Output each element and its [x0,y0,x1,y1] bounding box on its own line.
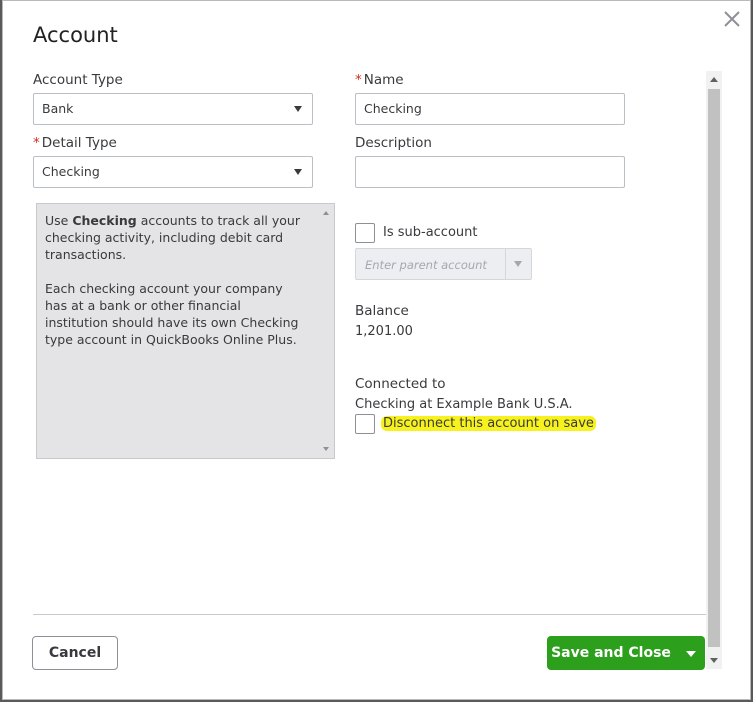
name-label: * Name [355,72,404,88]
scroll-up-icon[interactable] [323,211,329,215]
account-type-label: Account Type [33,72,123,88]
parent-account-select: Enter parent account [355,248,532,280]
detail-type-value: Checking [42,164,100,179]
sub-account-label: Is sub-account [383,225,478,240]
detail-type-description: Use Checking accounts to track all your … [36,203,335,459]
balance-value: 1,201.00 [355,324,413,339]
select-divider [505,249,506,279]
save-and-close-button-group: Save and Close [547,636,705,670]
description-label: Description [355,135,432,151]
detail-type-select[interactable]: Checking [33,156,313,188]
scroll-down-icon[interactable] [710,658,718,663]
scroll-down-icon[interactable] [323,447,329,451]
connected-account: Checking at Example Bank U.S.A. [355,397,573,412]
description-intro: Use Checking accounts to track all your … [45,213,300,262]
required-marker: * [355,72,362,88]
save-and-close-button[interactable]: Save and Close [547,636,675,670]
cancel-button[interactable]: Cancel [32,636,118,670]
chevron-down-icon [514,261,522,267]
connected-to-label: Connected to [355,376,446,392]
disconnect-label: Disconnect this account on save [381,416,596,431]
balance-label: Balance [355,303,409,319]
name-input[interactable]: Checking [355,93,625,125]
chevron-down-icon [294,106,302,112]
dialog-title: Account [33,23,118,47]
scroll-up-icon[interactable] [710,77,718,82]
sub-account-checkbox[interactable] [355,223,375,243]
required-marker: * [33,135,40,151]
scrollbar-thumb[interactable] [708,89,720,647]
close-icon[interactable] [720,7,744,31]
footer-divider [33,614,706,615]
caret-down-icon [686,651,696,657]
parent-account-placeholder: Enter parent account [365,258,487,272]
chevron-down-icon [294,169,302,175]
detail-type-label: * Detail Type [33,135,117,151]
description-paragraph: Each checking account your company has a… [45,281,299,347]
disconnect-checkbox[interactable] [355,414,375,434]
account-dialog: Account Account Type Bank * Detail Type C… [2,0,751,700]
description-input[interactable] [355,156,625,188]
account-type-select[interactable]: Bank [33,93,313,125]
name-value: Checking [364,101,422,116]
dialog-scrollbar[interactable] [706,71,722,669]
save-options-dropdown[interactable] [675,636,705,670]
account-type-value: Bank [42,101,74,116]
